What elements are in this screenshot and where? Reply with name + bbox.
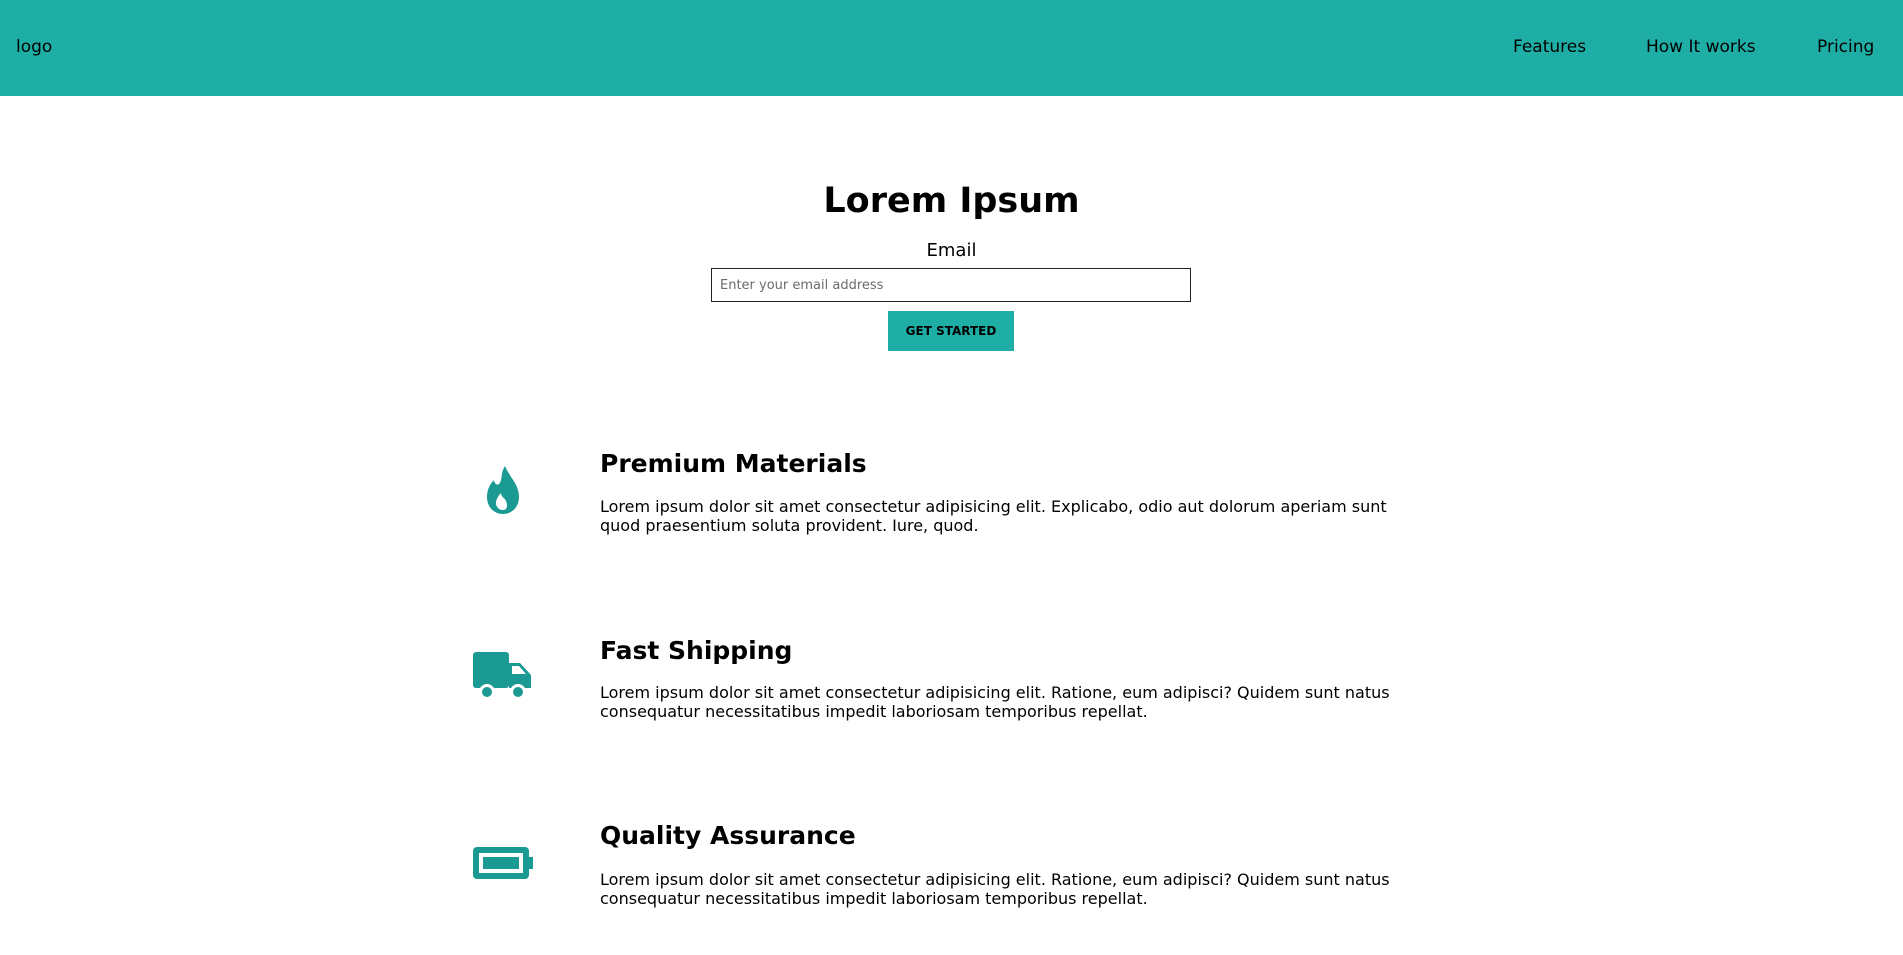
feature-description: Lorem ipsum dolor sit amet consectetur a… bbox=[600, 870, 1390, 908]
get-started-button[interactable]: GET STARTED bbox=[888, 311, 1014, 351]
feature-title: Fast Shipping bbox=[600, 636, 793, 665]
nav-link-features[interactable]: Features bbox=[1513, 37, 1586, 57]
nav-link-how-it-works[interactable]: How It works bbox=[1646, 37, 1756, 57]
logo[interactable]: logo bbox=[16, 37, 52, 57]
fire-icon bbox=[487, 466, 519, 514]
email-field[interactable] bbox=[711, 268, 1191, 302]
header-bar: logo Features How It works Pricing bbox=[0, 0, 1903, 96]
feature-title: Premium Materials bbox=[600, 449, 867, 478]
battery-icon bbox=[473, 847, 533, 879]
hero-title: Lorem Ipsum bbox=[823, 181, 1080, 221]
feature-description: Lorem ipsum dolor sit amet consectetur a… bbox=[600, 497, 1387, 535]
truck-icon bbox=[473, 652, 531, 700]
email-label: Email bbox=[926, 240, 977, 261]
feature-description: Lorem ipsum dolor sit amet consectetur a… bbox=[600, 683, 1390, 721]
nav-link-pricing[interactable]: Pricing bbox=[1817, 37, 1874, 57]
feature-title: Quality Assurance bbox=[600, 821, 856, 850]
